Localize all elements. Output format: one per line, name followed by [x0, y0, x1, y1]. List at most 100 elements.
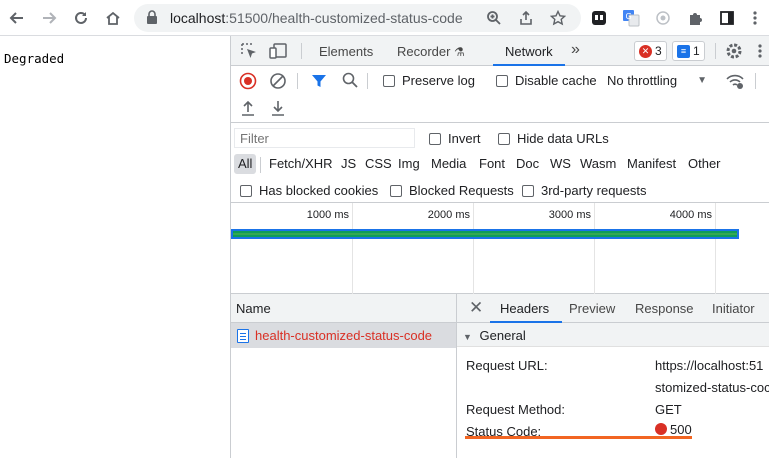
type-filter-js[interactable]: JS: [337, 154, 360, 174]
timeline-tick-label: 2000 ms: [427, 209, 470, 221]
address-bar[interactable]: localhost:51500/health-customized-status…: [134, 4, 581, 32]
checkbox-box[interactable]: [390, 184, 402, 197]
toolbar-separator: [297, 73, 298, 89]
close-details-icon[interactable]: ✕: [469, 298, 483, 318]
timeline-tick-label: 3000 ms: [548, 209, 591, 221]
timeline-request-bar: [231, 229, 739, 239]
browser-toolbar: localhost:51500/health-customized-status…: [0, 0, 769, 36]
general-section-header[interactable]: ▼ General: [457, 323, 769, 347]
devtools-tab-bar: Elements Recorder ⚗ Network » ✕ 3 ≡ 1: [231, 36, 769, 66]
status-code-value: 500: [655, 422, 692, 437]
checkbox-box[interactable]: [498, 132, 510, 145]
network-conditions-icon[interactable]: [725, 72, 745, 93]
type-filter-wasm[interactable]: Wasm: [576, 154, 620, 174]
more-tabs-icon[interactable]: »: [571, 41, 580, 59]
settings-gear-icon[interactable]: [725, 42, 743, 63]
disable-cache-checkbox[interactable]: Disable cache: [496, 73, 597, 88]
filter-row: Invert Hide data URLs: [231, 124, 769, 152]
lock-icon[interactable]: [146, 10, 158, 27]
share-icon[interactable]: [516, 8, 536, 28]
translate-icon[interactable]: G: [620, 7, 642, 29]
bookmark-star-icon[interactable]: [548, 8, 568, 28]
url-path: :51500/health-customized-status-code: [225, 10, 463, 26]
request-details-panel: ✕ Headers Preview Response Initiator ▼ G…: [457, 294, 769, 458]
search-icon[interactable]: [342, 72, 359, 92]
message-icon: ≡: [677, 44, 690, 58]
tab-preview[interactable]: Preview: [569, 301, 615, 316]
checkbox-box[interactable]: [496, 74, 508, 87]
filter-input[interactable]: [234, 128, 415, 148]
filter-funnel-icon[interactable]: [311, 73, 327, 92]
tab-response[interactable]: Response: [635, 301, 694, 316]
devtools-menu-icon[interactable]: [757, 42, 763, 63]
extension-dark-icon[interactable]: [588, 7, 610, 29]
preserve-log-checkbox[interactable]: Preserve log: [383, 73, 475, 88]
name-column-header[interactable]: Name: [231, 294, 456, 323]
throttling-select[interactable]: No throttling ▼: [607, 73, 707, 88]
document-icon: [237, 328, 249, 343]
reload-icon[interactable]: [70, 7, 92, 29]
toolbar-separator: [755, 73, 756, 89]
checkbox-box[interactable]: [429, 132, 441, 145]
type-filter-media[interactable]: Media: [427, 154, 470, 174]
timeline-gridline: [594, 203, 595, 294]
type-filter-other[interactable]: Other: [684, 154, 725, 174]
tab-headers[interactable]: Headers: [500, 301, 549, 316]
type-filter-img[interactable]: Img: [394, 154, 424, 174]
forward-icon[interactable]: [38, 7, 60, 29]
error-count-badge[interactable]: ✕ 3: [634, 41, 667, 61]
extension-shield-icon[interactable]: [652, 7, 674, 29]
back-icon[interactable]: [6, 7, 28, 29]
inspect-element-icon[interactable]: [240, 42, 258, 63]
status-error-dot-icon: [655, 423, 667, 435]
invert-label: Invert: [448, 131, 481, 146]
checkbox-box[interactable]: [240, 184, 252, 197]
import-export-row: [231, 96, 769, 123]
type-filter-ws[interactable]: WS: [546, 154, 575, 174]
extensions-puzzle-icon[interactable]: [684, 7, 706, 29]
type-filter-css[interactable]: CSS: [361, 154, 396, 174]
section-title: General: [479, 328, 526, 343]
request-url-value: https://localhost:51: [655, 358, 764, 373]
hide-data-urls-checkbox[interactable]: Hide data URLs: [498, 131, 609, 146]
status-code-number: 500: [670, 422, 692, 437]
type-filter-font[interactable]: Font: [475, 154, 509, 174]
type-filter-fetch-xhr[interactable]: Fetch/XHR: [265, 154, 337, 174]
request-row[interactable]: health-customized-status-code: [231, 323, 456, 348]
type-filter-manifest[interactable]: Manifest: [623, 154, 680, 174]
browser-menu-icon[interactable]: [744, 7, 766, 29]
type-separator: [260, 157, 261, 173]
invert-checkbox[interactable]: Invert: [429, 131, 481, 146]
message-count-badge[interactable]: ≡ 1: [672, 41, 705, 61]
dropdown-arrow-icon: ▼: [697, 75, 707, 86]
tab-recorder-label: Recorder: [397, 44, 451, 59]
tab-recorder[interactable]: Recorder ⚗: [397, 44, 465, 59]
checkbox-box[interactable]: [383, 74, 395, 87]
network-timeline-overview[interactable]: 1000 ms 2000 ms 3000 ms 4000 ms: [231, 203, 769, 294]
tab-elements[interactable]: Elements: [319, 44, 373, 59]
type-filter-all[interactable]: All: [234, 154, 257, 174]
blocked-requests-label: Blocked Requests: [409, 183, 514, 198]
record-stop-icon[interactable]: [239, 72, 257, 93]
request-list: Name health-customized-status-code: [231, 294, 457, 458]
has-blocked-cookies-checkbox[interactable]: Has blocked cookies: [240, 183, 378, 198]
home-icon[interactable]: [102, 7, 124, 29]
blocked-options-row: Has blocked cookies Blocked Requests 3rd…: [231, 177, 769, 203]
clear-icon[interactable]: [269, 72, 287, 93]
import-har-icon[interactable]: [240, 99, 256, 120]
type-filter-doc[interactable]: Doc: [512, 154, 543, 174]
blocked-requests-checkbox[interactable]: Blocked Requests: [390, 183, 514, 198]
zoom-icon[interactable]: [484, 8, 504, 28]
tab-initiator[interactable]: Initiator: [712, 301, 755, 316]
checkbox-box[interactable]: [522, 184, 534, 197]
third-party-requests-checkbox[interactable]: 3rd-party requests: [522, 183, 647, 198]
export-har-icon[interactable]: [270, 99, 286, 120]
timeline-tick-label: 1000 ms: [306, 209, 349, 221]
request-method-value: GET: [655, 402, 682, 417]
url-host: localhost: [170, 10, 226, 26]
network-toolbar: Preserve log Disable cache No throttling…: [231, 66, 769, 96]
device-toolbar-icon[interactable]: [269, 42, 289, 63]
side-panel-icon[interactable]: [716, 7, 738, 29]
tab-network[interactable]: Network: [505, 44, 553, 59]
url-text[interactable]: localhost:51500/health-customized-status…: [170, 10, 463, 26]
